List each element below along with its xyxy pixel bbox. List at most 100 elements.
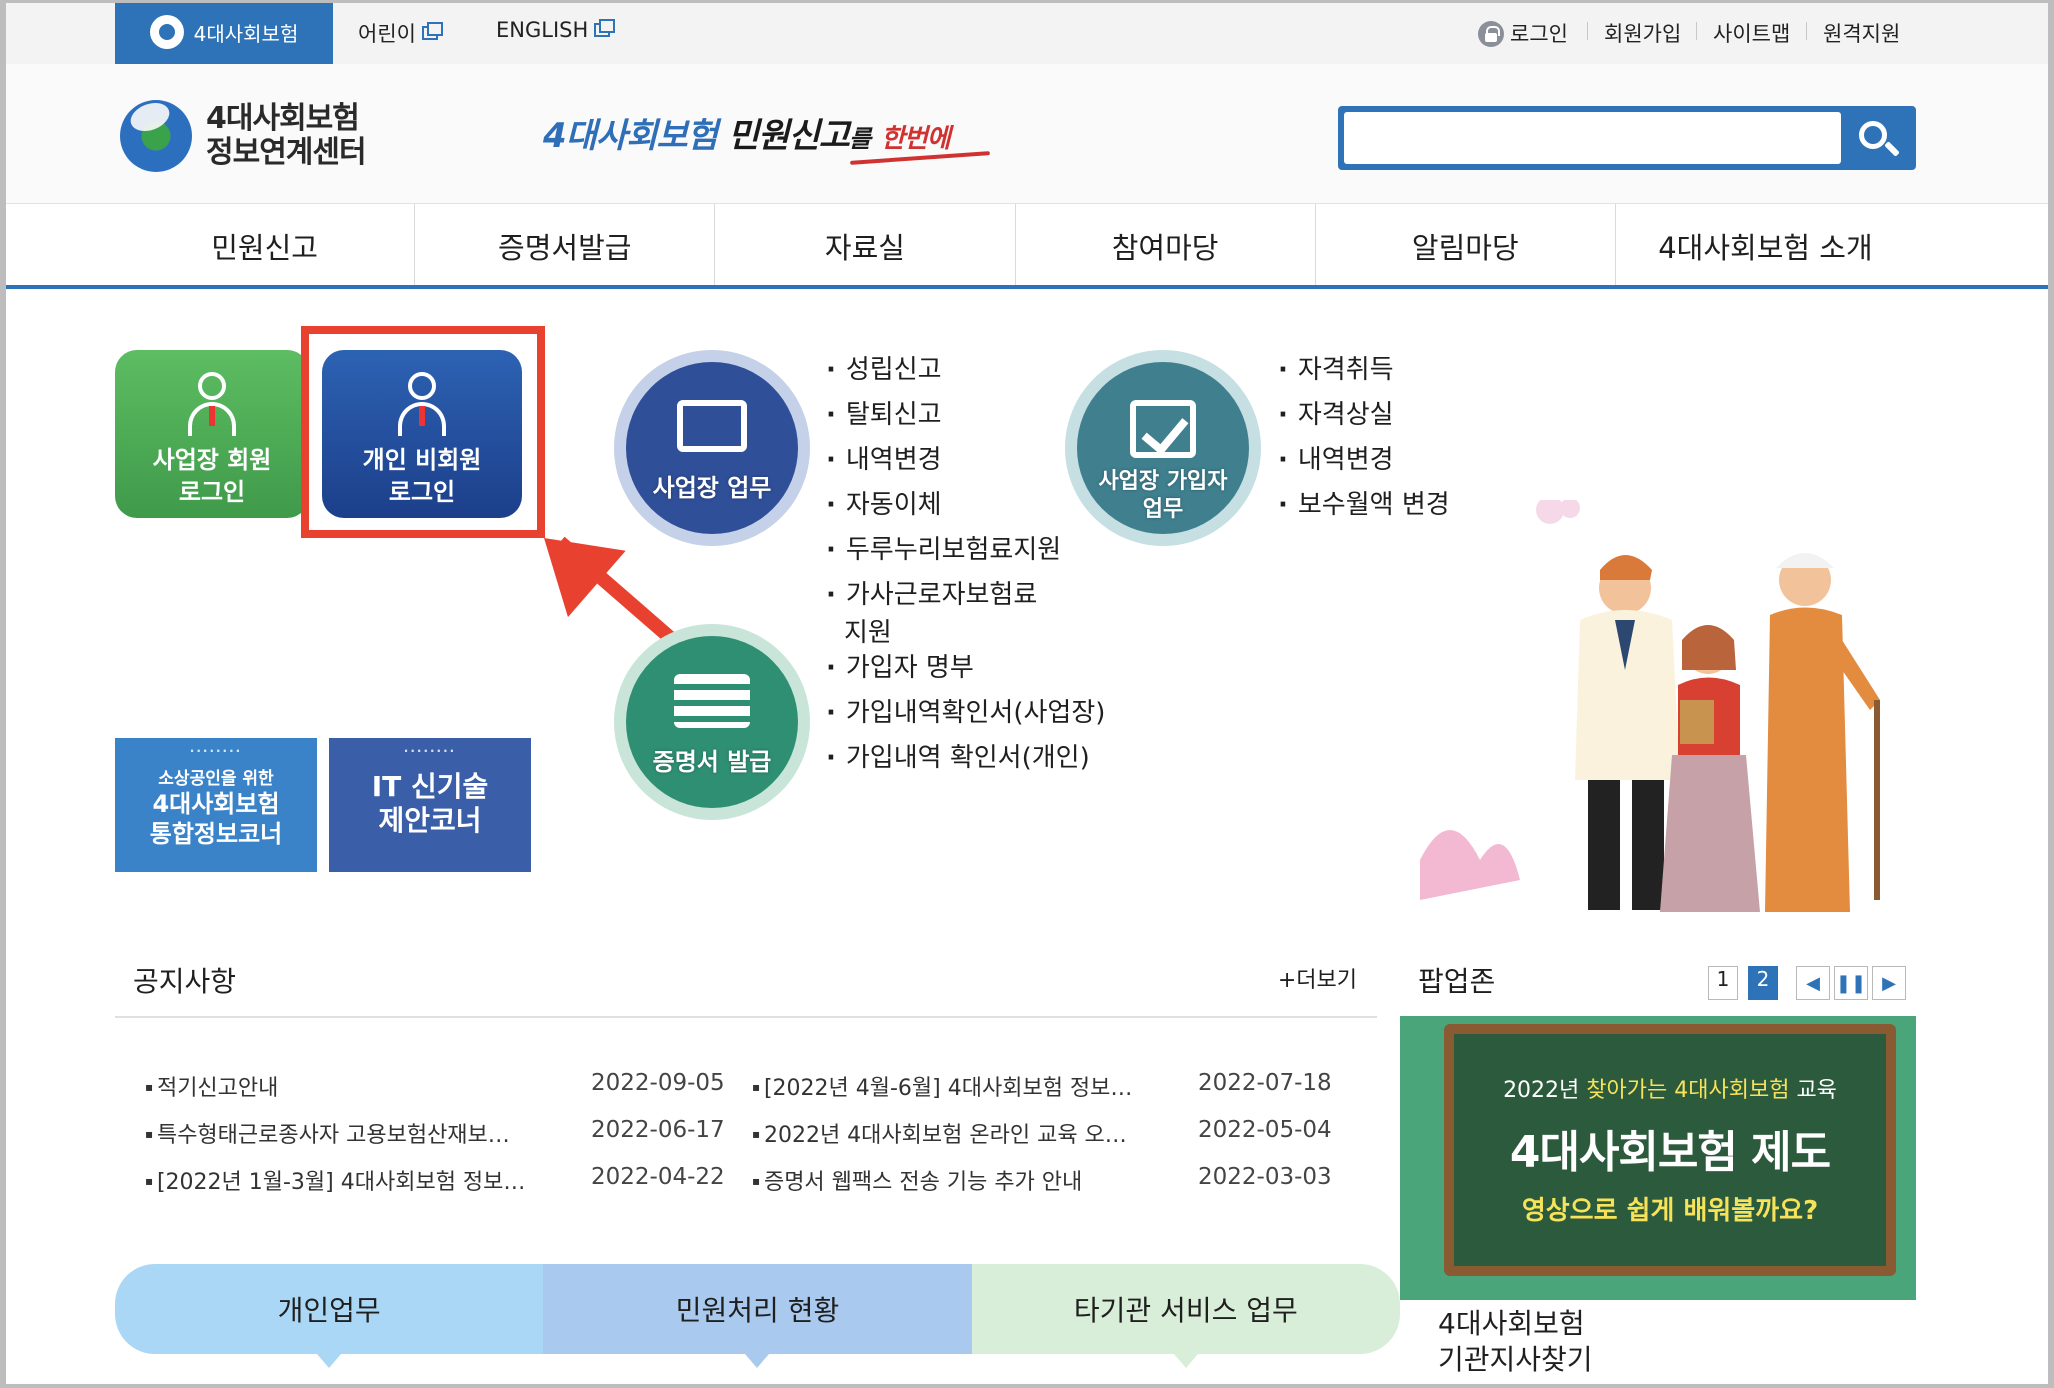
notice-more-link[interactable]: +더보기 — [1278, 962, 1357, 994]
menu-item[interactable]: 자동이체 — [826, 483, 1061, 528]
chevron-left-icon: ◀ — [1806, 972, 1820, 994]
insurance-logo-icon — [149, 15, 184, 49]
business-login-button[interactable]: 사업장 회원 로그인 — [115, 350, 309, 518]
nav-notices[interactable]: 알림마당 — [1316, 204, 1616, 288]
tab-other-agency[interactable]: 타기관 서비스 업무 — [971, 1264, 1400, 1368]
menu-item[interactable]: 가입내역확인서(사업장) — [826, 691, 1106, 736]
it-proposal-banner[interactable]: ········ IT 신기술 제안코너 — [329, 738, 531, 872]
notice-item-date: 2022-07-18 — [1198, 1070, 1332, 1096]
slogan-part-1: 4대사회보험 — [543, 116, 718, 156]
menu-item[interactable]: 성립신고 — [826, 348, 1061, 393]
notice-item[interactable]: 증명서 웹팩스 전송 기능 추가 안내 — [752, 1164, 1082, 1196]
certificate-badge[interactable]: 증명서 발급 — [614, 624, 810, 820]
signup-link[interactable]: 회원가입 — [1604, 18, 1681, 48]
popup-page-2[interactable]: 2 — [1748, 966, 1778, 1000]
english-link[interactable]: ENGLISH — [496, 18, 616, 42]
business-work-menu: 성립신고 탈퇴신고 내역변경 자동이체 두루누리보험료지원 가사근로자보험료 지… — [826, 348, 1061, 648]
brand-logo-icon — [120, 100, 192, 172]
branch-finder-link[interactable]: 4대사회보험 기관지사찾기 — [1438, 1306, 1593, 1378]
notice-item[interactable]: [2022년 4월-6월] 4대사회보험 정보… — [752, 1070, 1132, 1102]
nav-about[interactable]: 4대사회보험 소개 — [1616, 204, 1915, 288]
popup-next-button[interactable]: ▶ — [1872, 966, 1906, 1000]
tab-personal-work[interactable]: 개인업무 — [115, 1264, 544, 1368]
certificate-menu: 가입자 명부 가입내역확인서(사업장) 가입내역 확인서(개인) — [826, 646, 1106, 781]
login-link[interactable]: 로그인 — [1478, 18, 1568, 48]
board-line-3: 영상으로 쉽게 배워볼까요? — [1521, 1196, 1819, 1226]
nav-participation[interactable]: 참여마당 — [1016, 204, 1316, 288]
member-work-label: 사업장 가입자 업무 — [1098, 468, 1227, 524]
sitemap-link[interactable]: 사이트맵 — [1713, 18, 1790, 48]
small-biz-line-3: 통합정보코너 — [149, 820, 283, 848]
lock-icon — [1478, 21, 1504, 47]
nav-civil-report[interactable]: 민원신고 — [115, 204, 416, 288]
menu-item[interactable]: 가사근로자보험료 — [826, 573, 1061, 618]
menu-item[interactable]: 자격상실 — [1278, 393, 1450, 438]
popup-banner-image[interactable]: 2022년 찾아가는 4대사회보험 교육 4대사회보험 제도 영상으로 쉽게 배… — [1400, 1016, 1916, 1300]
notice-title: 공지사항 — [133, 965, 237, 998]
popup-pause-button[interactable]: ❚❚ — [1834, 966, 1868, 1000]
notice-section-header: 공지사항 +더보기 — [115, 958, 1377, 1018]
slogan-particle: 를 — [849, 125, 871, 153]
notice-item-date: 2022-03-03 — [1198, 1164, 1332, 1190]
member-work-badge[interactable]: 사업장 가입자 업무 — [1065, 350, 1261, 546]
login-label: 로그인 — [1510, 22, 1568, 46]
notice-item-title: 특수형태근로종사자 고용보험산재보… — [145, 1123, 510, 1148]
business-login-line-1: 사업장 회원 — [152, 446, 272, 474]
popup-prev-button[interactable]: ◀ — [1796, 966, 1830, 1000]
chevron-right-icon: ▶ — [1882, 972, 1896, 994]
popup-zone-title: 팝업존 — [1418, 965, 1496, 998]
notice-item[interactable]: 2022년 4대사회보험 온라인 교육 오… — [752, 1117, 1127, 1149]
kids-link[interactable]: 어린이 — [358, 18, 443, 48]
slogan-part-2: 민원신고 — [727, 116, 850, 156]
chalkboard: 2022년 찾아가는 4대사회보험 교육 4대사회보험 제도 영상으로 쉽게 배… — [1444, 1024, 1896, 1276]
notice-item-date: 2022-06-17 — [591, 1117, 725, 1143]
notice-item-title: 적기신고안내 — [145, 1076, 278, 1101]
menu-item[interactable]: 가입내역 확인서(개인) — [826, 736, 1105, 781]
divider — [1696, 22, 1697, 40]
menu-item[interactable]: 자격취득 — [1278, 348, 1450, 393]
brand-line-2: 정보연계센터 — [206, 135, 367, 170]
notice-item[interactable]: 적기신고안내 — [145, 1070, 278, 1102]
it-banner-line-1: IT 신기술 — [371, 770, 489, 803]
notice-item[interactable]: [2022년 1월-3월] 4대사회보험 정보… — [145, 1164, 525, 1196]
site-header: 4대사회보험 정보연계센터 4대사회보험 민원신고를 한번에 — [0, 64, 2054, 204]
menu-item[interactable]: 내역변경 — [826, 438, 1061, 483]
brand-name: 4대사회보험 정보연계센터 — [206, 102, 367, 170]
kids-link-label: 어린이 — [358, 22, 416, 46]
site-tab-4insurance[interactable]: 4대사회보험 — [115, 0, 333, 64]
it-banner-line-2: 제안코너 — [378, 804, 482, 837]
book-reader-icon — [677, 400, 747, 452]
small-business-banner[interactable]: ········ 소상공인을 위한 4대사회보험 통합정보코너 — [115, 738, 317, 872]
popup-page-1[interactable]: 1 — [1708, 966, 1738, 1000]
nav-resources[interactable]: 자료실 — [715, 204, 1016, 288]
pause-icon: ❚❚ — [1835, 972, 1867, 994]
top-utility-bar: 4대사회보험 어린이 ENGLISH 로그인 회원가입 사이트맵 원격지원 — [0, 0, 2054, 64]
board-line-1: 2022년 찾아가는 4대사회보험 교육 — [1454, 1072, 1886, 1104]
new-window-icon — [594, 19, 616, 37]
main-nav: 민원신고 증명서발급 자료실 참여마당 알림마당 4대사회보험 소개 — [115, 204, 1915, 288]
notice-item[interactable]: 특수형태근로종사자 고용보험산재보… — [145, 1117, 510, 1149]
menu-item[interactable]: 탈퇴신고 — [826, 393, 1061, 438]
member-work-line-1: 사업장 가입자 — [1098, 469, 1228, 494]
bottom-service-tabs: 개인업무 민원처리 현황 타기관 서비스 업무 — [115, 1264, 1400, 1368]
english-link-label: ENGLISH — [496, 18, 589, 42]
menu-item[interactable]: 가입자 명부 — [826, 646, 1105, 691]
new-window-icon — [421, 22, 443, 40]
remote-support-link[interactable]: 원격지원 — [1823, 18, 1900, 48]
search-input[interactable] — [1344, 112, 1841, 164]
menu-item[interactable]: 두루누리보험료지원 — [826, 528, 1061, 573]
workers-illustration — [1420, 500, 1880, 912]
search-button[interactable] — [1839, 109, 1913, 167]
menu-item[interactable]: 내역변경 — [1278, 438, 1450, 483]
slogan: 4대사회보험 민원신고를 한번에 — [543, 108, 951, 157]
nav-certificate[interactable]: 증명서발급 — [415, 204, 716, 288]
board-line-1-pre: 2022년 — [1503, 1078, 1587, 1103]
branch-finder-line-2: 기관지사찾기 — [1438, 1343, 1593, 1376]
tab-complaint-status[interactable]: 민원처리 현황 — [543, 1264, 972, 1368]
brand-home-link[interactable]: 4대사회보험 정보연계센터 — [120, 100, 367, 172]
business-work-badge[interactable]: 사업장 업무 — [614, 350, 810, 546]
small-biz-line-1: 소상공인을 위한 — [158, 769, 274, 789]
menu-item-wrap[interactable]: 지원 — [826, 618, 1061, 648]
board-line-1-highlight: 찾아가는 4대사회보험 — [1586, 1078, 1790, 1103]
document-stack-icon — [674, 674, 750, 728]
